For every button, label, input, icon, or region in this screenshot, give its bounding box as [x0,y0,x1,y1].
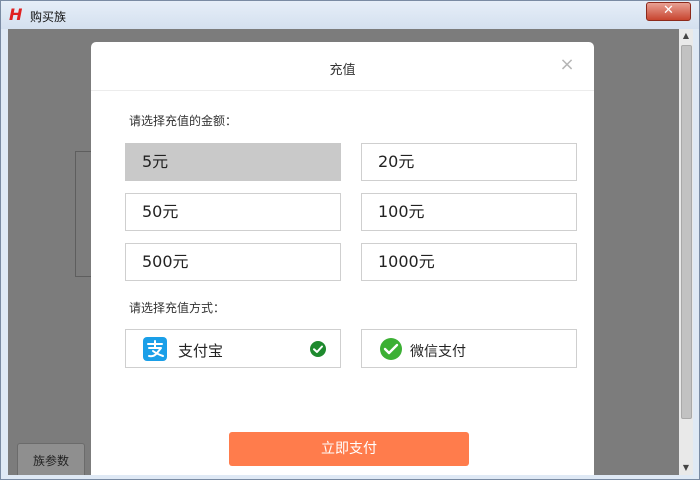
amount-option-500[interactable]: 500元 [125,243,341,281]
wechat-pay-icon [380,338,402,360]
title-bar: H 购买族 ✕ [1,1,699,29]
amount-option-20[interactable]: 20元 [361,143,577,181]
dialog-title: 充值 [329,63,356,78]
scroll-up-icon[interactable]: ▲ [679,29,693,43]
window-close-button[interactable]: ✕ [646,2,691,21]
amount-option-50[interactable]: 50元 [125,193,341,231]
vertical-scrollbar[interactable]: ▲ ▼ [679,29,693,475]
scroll-thumb[interactable] [681,45,692,419]
client-area: 族参数 ▲ ▼ 充值 × 请选择充值的金额： 5元 20元 50元 100元 5… [8,29,693,475]
amount-option-1000[interactable]: 1000元 [361,243,577,281]
amount-option-5[interactable]: 5元 [125,143,341,181]
close-icon[interactable]: × [559,56,575,74]
payment-option-alipay[interactable]: 支付宝 [125,329,341,368]
window-title: 购买族 [30,10,67,24]
payment-option-wechat[interactable]: 微信支付 [361,329,577,368]
check-icon [310,341,326,357]
alipay-label: 支付宝 [178,342,224,360]
method-prompt: 请选择充值方式： [129,301,226,315]
alipay-icon [143,337,167,361]
app-window: H 购买族 ✕ 族参数 ▲ ▼ 充值 × 请选择充值的金额： 5元 20元 50… [0,0,700,480]
app-logo-icon: H [9,5,23,24]
amount-prompt: 请选择充值的金额： [129,114,238,128]
dialog-header: 充值 × [91,42,594,91]
recharge-dialog: 充值 × 请选择充值的金额： 5元 20元 50元 100元 500元 1000… [91,42,594,475]
wechat-pay-label: 微信支付 [410,344,466,360]
pay-now-button[interactable]: 立即支付 [229,432,469,466]
amount-option-100[interactable]: 100元 [361,193,577,231]
scroll-down-icon[interactable]: ▼ [679,461,693,475]
tab-family-params[interactable]: 族参数 [17,443,85,475]
